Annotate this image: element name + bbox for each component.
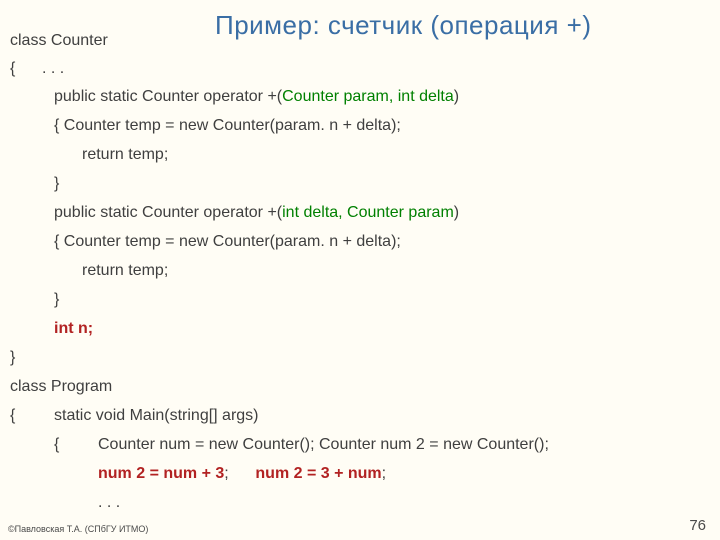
code-text: ; (382, 465, 386, 482)
code-brace-close-2: } (54, 291, 59, 309)
code-brace-open-2: { (10, 407, 15, 425)
footer-copyright: ©Павловская Т.А. (СПбГУ ИТМО) (8, 524, 148, 534)
code-brace-close-1: } (54, 175, 59, 193)
code-brace-open-1: { (10, 60, 15, 78)
code-text: ; (224, 465, 228, 482)
code-main-decl: static void Main(string[] args) (54, 407, 259, 425)
code-params-1: Counter param, int delta (282, 88, 454, 105)
code-ellipsis-1: . . . (42, 60, 64, 78)
code-ellipsis-2: . . . (98, 494, 120, 512)
page-number: 76 (689, 517, 706, 534)
code-brace-open-3: { (54, 436, 59, 454)
code-body-1b: return temp; (82, 146, 168, 164)
code-expr-2: num 2 = 3 + num (255, 465, 381, 482)
code-params-2: int delta, Counter param (282, 204, 454, 221)
code-text: ) (454, 88, 459, 105)
code-main-body-1: Counter num = new Counter(); Counter num… (98, 436, 549, 454)
code-text: public static Counter operator +( (54, 88, 282, 105)
code-expr-1: num 2 = num + 3 (98, 465, 224, 482)
slide-title: Пример: счетчик (операция +) (215, 10, 591, 41)
code-main-body-2: num 2 = num + 3; num 2 = 3 + num; (98, 465, 386, 483)
code-text: public static Counter operator +( (54, 204, 282, 221)
code-brace-close-class: } (10, 349, 15, 367)
code-field-n: int n; (54, 320, 93, 338)
code-body-2b: return temp; (82, 262, 168, 280)
code-body-2a: { Counter temp = new Counter(param. n + … (54, 233, 401, 251)
code-class-program: class Program (10, 378, 112, 396)
slide: Пример: счетчик (операция +) class Count… (0, 0, 720, 540)
code-text: ) (454, 204, 459, 221)
code-body-1a: { Counter temp = new Counter(param. n + … (54, 117, 401, 135)
code-op-decl-2: public static Counter operator +(int del… (54, 204, 459, 222)
code-line-1: class Counter (10, 32, 108, 50)
code-op-decl-1: public static Counter operator +(Counter… (54, 88, 459, 106)
